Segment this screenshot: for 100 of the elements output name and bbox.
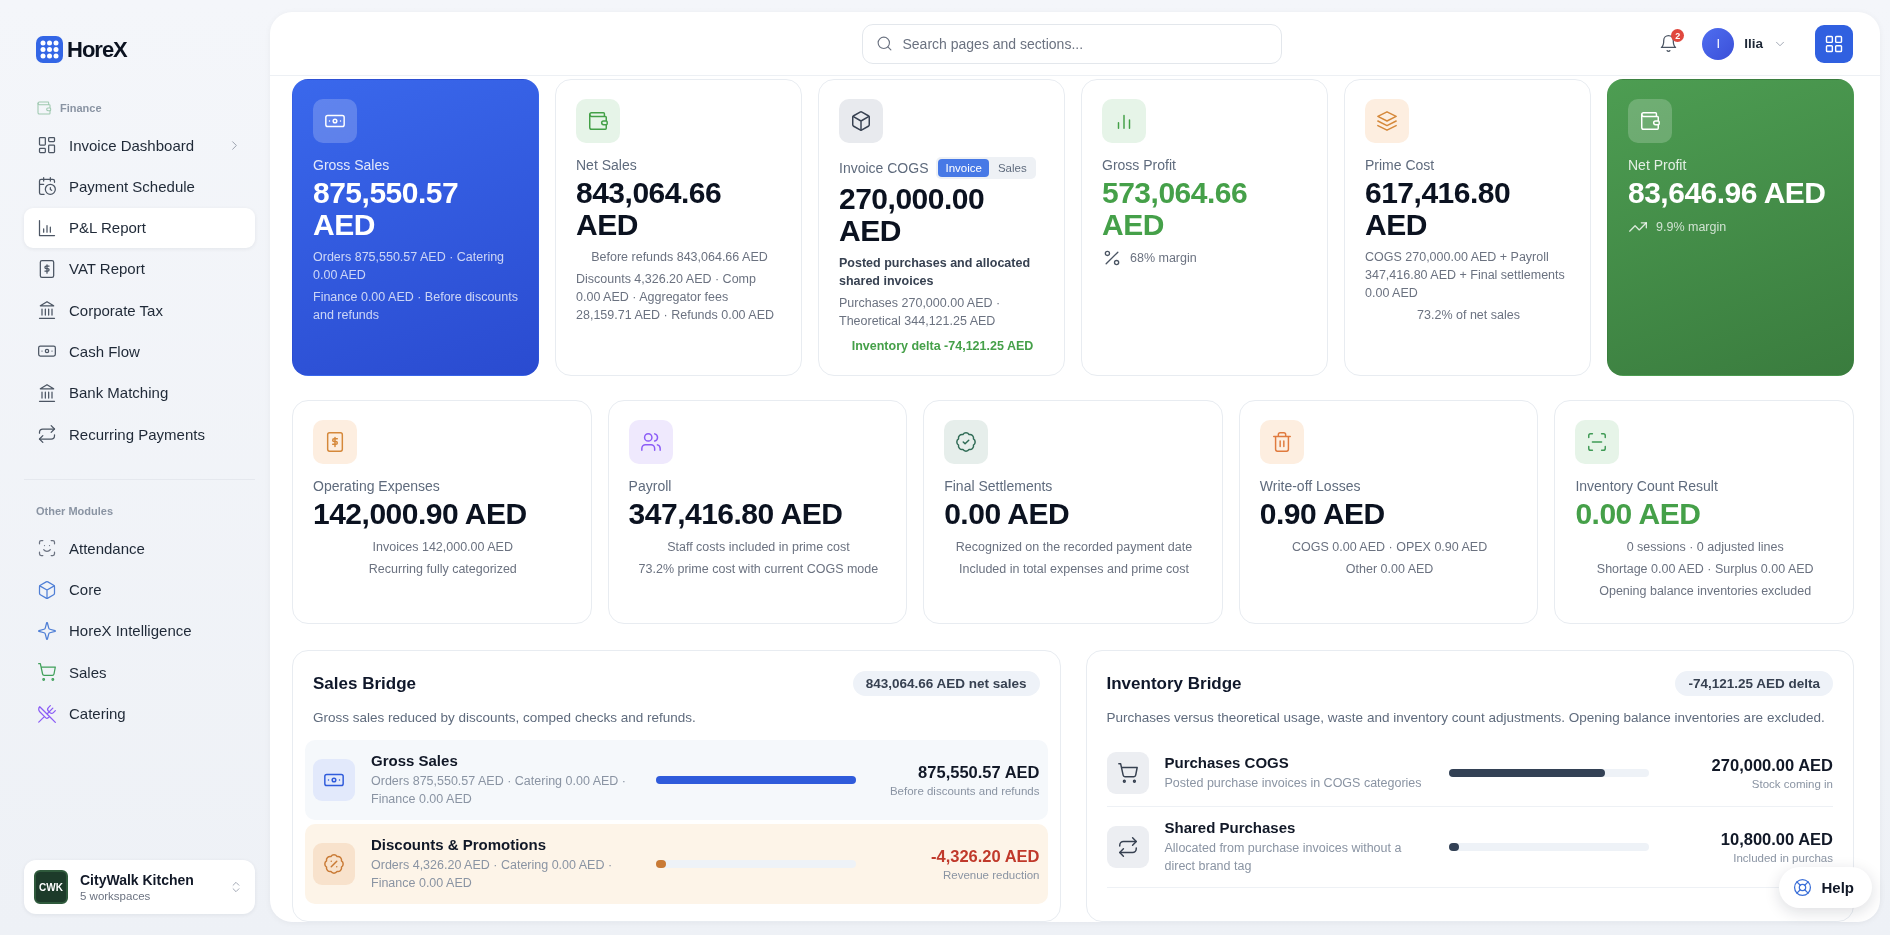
metric-detail: Discounts 4,326.20 AED · Comp 0.00 AED · Aggregator fees 28,159.71 AED · Refunds 0.00 AED [576, 271, 776, 325]
wallet-icon [1628, 99, 1672, 143]
calendar-clock-icon [37, 176, 57, 197]
summary-badge: 843,064.66 AED net sales [852, 671, 1040, 696]
metric-value: 347,416.80 AED [628, 498, 844, 530]
metric-detail: Other 0.00 AED [1344, 560, 1435, 578]
metric-detail: Recurring fully categorized [367, 560, 518, 578]
metric-detail: Recognized on the recorded payment date [954, 538, 1194, 556]
nav-item[interactable]: Invoice Dashboard [24, 125, 255, 165]
notification-button[interactable]: 2 [1655, 30, 1683, 57]
metric-value: 270,000.00 AED [839, 183, 986, 246]
nav-item[interactable]: Sales [24, 652, 255, 693]
row-caption: Revenue reduction [941, 868, 1040, 881]
workspace-logo: CWK [34, 870, 68, 904]
margin-text: 9.9% margin [1656, 219, 1727, 234]
scan-icon [1575, 420, 1620, 464]
user-avatar[interactable]: I [1702, 27, 1735, 60]
metric-value: 875,550.57 AED [313, 177, 460, 240]
bar-chart-icon [1102, 99, 1146, 143]
metric-label: Payroll [628, 478, 672, 494]
wallet-icon [36, 100, 52, 116]
cart-icon [37, 662, 57, 683]
section-label: Other Modules [36, 505, 113, 518]
metric-delta: Inventory delta -74,121.25 AED [850, 337, 1035, 355]
metric-label: Net Sales [576, 157, 637, 173]
card-description: Purchases versus theoretical usage, waste and inventory count adjustments. Opening balance inventories are excluded. [1106, 709, 1826, 727]
bar-chart-icon [37, 217, 57, 238]
sparkles-icon [37, 620, 57, 641]
metric-label: Net Profit [1628, 157, 1687, 173]
apps-button[interactable] [1815, 24, 1853, 63]
nav-item[interactable]: Corporate Tax [24, 290, 255, 331]
life-buoy-icon [1793, 878, 1813, 897]
section-label: Finance [60, 102, 102, 114]
card-title: Sales Bridge [313, 673, 416, 694]
card-description: Gross sales reduced by discounts, comped checks and refunds. [313, 709, 697, 727]
bell-icon [1659, 34, 1679, 53]
metric-value: 142,000.90 AED [313, 498, 528, 530]
users-icon [628, 420, 673, 464]
face-scan-icon [37, 538, 57, 559]
nav-item[interactable]: Payment Schedule [24, 166, 255, 207]
brand-name: HoreX [67, 36, 127, 63]
metric-detail: Before refunds 843,064.66 AED [590, 249, 769, 266]
nav-item[interactable]: Catering [24, 693, 255, 734]
nav-item[interactable]: Recurring Payments [24, 414, 255, 455]
nav-item[interactable]: Cash Flow [24, 331, 255, 372]
workspace-name: CityWalk Kitchen [80, 872, 195, 888]
row-amount: -4,326.20 AED [929, 846, 1040, 866]
row-title: Discounts & Promotions [371, 835, 547, 853]
nav-item[interactable]: Bank Matching [24, 372, 255, 413]
repeat-icon [37, 424, 57, 445]
user-name[interactable]: Ilia [1744, 36, 1763, 51]
row-amount: 270,000.00 AED [1710, 755, 1833, 775]
metric-detail: Opening balance inventories excluded [1598, 582, 1813, 600]
badge-check-icon [944, 420, 989, 464]
bank-icon [37, 300, 57, 321]
metric-label: Write-off Losses [1259, 478, 1361, 494]
metric-value: 843,064.66 AED [576, 177, 723, 240]
nav-item[interactable]: Core [24, 569, 255, 610]
nav-item[interactable]: VAT Report [24, 248, 255, 289]
metric-detail: Orders 875,550.57 AED · Catering 0.00 AED [313, 249, 506, 285]
workspace-switcher[interactable]: CWK CityWalk Kitchen 5 workspaces [24, 860, 255, 914]
row-title: Purchases COGS [1164, 753, 1290, 771]
cart-icon [1106, 751, 1149, 794]
toggle-option[interactable]: Invoice [938, 159, 989, 177]
metric-detail: 73.2% of net sales [1416, 307, 1521, 325]
metric-detail: Shortage 0.00 AED · Surplus 0.00 AED [1595, 560, 1815, 578]
receipt-dollar-icon [313, 420, 357, 464]
row-detail: Allocated from purchase invoices without a direct brand tag [1164, 839, 1403, 875]
help-button[interactable]: Help [1779, 867, 1872, 908]
row-amount: 10,800.00 AED [1719, 829, 1833, 849]
search-field[interactable]: Search pages and sections... [861, 23, 1282, 64]
notification-badge: 2 [1671, 29, 1685, 42]
metric-note: Posted purchases and allocated shared invoices [839, 255, 1032, 291]
search-icon [875, 34, 893, 52]
margin-text: 68% margin [1130, 251, 1197, 265]
banknote-icon [313, 758, 355, 801]
metric-detail: Purchases 270,000.00 AED · Theoretical 344,121.25 AED [839, 295, 1002, 331]
bank-icon [37, 382, 57, 403]
metric-detail: Included in total expenses and prime cost [958, 560, 1190, 578]
cube-icon [37, 579, 57, 600]
metric-value: 0.90 AED [1259, 498, 1386, 530]
card-title: Inventory Bridge [1106, 673, 1242, 694]
nav-item[interactable]: HoreX Intelligence [24, 610, 255, 651]
utensils-icon [37, 703, 57, 724]
row-detail: Orders 875,550.57 AED · Catering 0.00 AED · Finance 0.00 AED [371, 772, 627, 808]
toggle-option[interactable]: Sales [990, 159, 1034, 177]
metric-value: 617,416.80 AED [1365, 177, 1512, 240]
receipt-dollar-icon [37, 258, 57, 279]
metric-detail: COGS 270,000.00 AED + Payroll 347,416.80 AED + Final settlements 0.00 AED [1365, 249, 1566, 303]
metric-label: Prime Cost [1365, 157, 1435, 173]
row-detail: Orders 4,326.20 AED · Catering 0.00 AED · Finance 0.00 AED [371, 856, 614, 892]
nav-item[interactable]: Attendance [24, 528, 255, 569]
metric-label: Invoice COGS [839, 160, 929, 176]
metric-value: 0.00 AED [944, 498, 1071, 530]
metric-label: Gross Profit [1102, 157, 1176, 173]
nav-item[interactable]: P&L Report [24, 207, 255, 248]
metric-label: Operating Expenses [313, 478, 440, 494]
metric-value: 573,064.66 AED [1102, 177, 1249, 240]
row-caption: Before discounts and refunds [888, 784, 1040, 797]
trash-icon [1259, 420, 1304, 464]
